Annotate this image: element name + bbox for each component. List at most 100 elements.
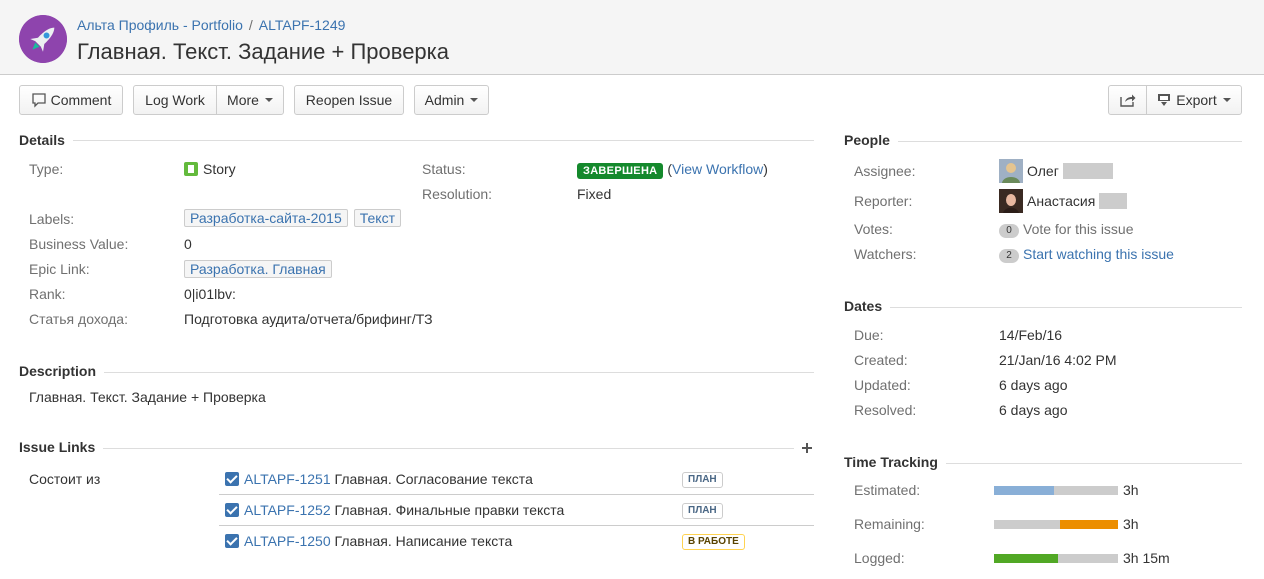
assignee-name: Олег [1027,163,1059,179]
estimated-bar-fill [994,486,1054,495]
resolution-label: Resolution: [422,186,493,202]
labels-label: Labels: [29,211,75,227]
issue-links-divider [19,448,794,449]
issue-header: Альта Профиль - Portfolio / ALTAPF-1249 Гл… [0,0,1264,75]
watch-link[interactable]: Start watching this issue [1023,246,1174,262]
label-tag[interactable]: Разработка-сайта-2015 [184,209,348,227]
type-value: Story [184,161,236,177]
remaining-value: 3h [1123,516,1139,532]
type-text: Story [203,161,236,177]
epic-link-label: Epic Link: [29,261,90,277]
watchers-count: 2 [999,249,1019,263]
assignee-value[interactable]: Олег [1027,163,1113,179]
export-label: Export [1176,92,1217,108]
people-divider [844,141,1242,142]
linked-issue-summary[interactable]: Главная. Написание текста [335,533,513,549]
dates-heading[interactable]: Dates [844,298,891,314]
due-value: 14/Feb/16 [999,327,1063,343]
share-icon [1119,94,1135,107]
link-relation-label: Состоит из [29,471,101,487]
breadcrumb-issue-key-link[interactable]: ALTAPF-1249 [259,17,346,33]
created-label: Created: [854,352,908,368]
breadcrumb: Альта Профиль - Portfolio / ALTAPF-1249 [77,17,345,33]
estimated-label: Estimated: [854,482,921,498]
linked-issue-row: ALTAPF-1250 Главная. Написание текста В … [219,526,814,557]
time-tracking-heading[interactable]: Time Tracking [844,454,946,470]
epic-link-value: Разработка. Главная [184,260,338,278]
export-button[interactable]: Export [1146,86,1241,114]
chevron-down-icon [470,98,479,102]
linked-issue-row: ALTAPF-1252 Главная. Финальные правки те… [219,495,814,526]
breadcrumb-separator: / [248,17,253,33]
reporter-avatar[interactable] [999,189,1023,213]
assignee-label: Assignee: [854,163,916,179]
page-title: Главная. Текст. Задание + Проверка [77,39,450,64]
watchers-label: Watchers: [854,246,917,262]
resolved-check-icon [225,472,239,486]
linked-issue-summary[interactable]: Главная. Согласование текста [335,471,533,487]
chevron-down-icon [1222,98,1231,102]
workflow-button-group: Log Work More [133,85,284,115]
resolved-label: Resolved: [854,402,917,418]
chevron-down-icon [264,98,273,102]
comment-button[interactable]: Comment [19,85,123,115]
reopen-label: Reopen Issue [305,92,393,108]
description-text[interactable]: Главная. Текст. Задание + Проверка [29,389,266,405]
breadcrumb-project-link[interactable]: Альта Профиль - Portfolio [77,17,243,33]
reopen-issue-button[interactable]: Reopen Issue [294,85,404,115]
reporter-value[interactable]: Анастасия [1027,193,1128,209]
linked-issue-row: ALTAPF-1251 Главная. Согласование текста… [219,464,814,495]
comment-label: Comment [50,92,112,108]
dates-divider [844,307,1242,308]
label-tag[interactable]: Текст [353,209,401,227]
epic-link-tag[interactable]: Разработка. Главная [184,260,332,278]
reporter-name: Анастасия [1027,193,1096,209]
remaining-bar [994,520,1118,529]
details-heading[interactable]: Details [19,132,73,148]
votes-label: Votes: [854,221,893,237]
add-link-icon[interactable] [801,442,813,454]
project-avatar-icon[interactable] [19,15,67,63]
votes-value: 0 Vote for this issue [999,221,1134,238]
description-heading[interactable]: Description [19,363,105,379]
type-label: Type: [29,161,64,177]
redacted-surname [1062,163,1113,179]
issue-links-heading[interactable]: Issue Links [19,439,104,455]
status-badge: В РАБОТЕ [682,534,745,550]
export-icon [1158,94,1171,106]
linked-issue-summary[interactable]: Главная. Финальные правки текста [335,502,565,518]
log-work-button[interactable]: Log Work [134,86,216,114]
labels-list: Разработка-сайта-2015 Текст [184,209,407,227]
watchers-value: 2 Start watching this issue [999,246,1174,263]
reporter-label: Reporter: [854,193,913,209]
redacted-surname [1099,193,1128,209]
income-label: Статья дохода: [29,311,128,327]
linked-issue-key[interactable]: ALTAPF-1250 [244,533,331,549]
admin-button[interactable]: Admin [414,85,489,115]
business-value: 0 [184,236,192,252]
assignee-avatar[interactable] [999,159,1023,183]
people-heading[interactable]: People [844,132,898,148]
resolution-value: Fixed [577,186,612,202]
status-value: ЗАВЕРШЕНА (View Workflow) [577,161,768,179]
status-badge: ЗАВЕРШЕНА [577,163,664,179]
business-value-label: Business Value: [29,236,129,252]
status-badge: ПЛАН [682,503,723,519]
linked-issue-key[interactable]: ALTAPF-1252 [244,502,331,518]
remaining-bar-fill [1059,520,1118,529]
share-button[interactable] [1109,86,1146,114]
view-workflow-link[interactable]: View Workflow [672,161,763,177]
linked-issue-key[interactable]: ALTAPF-1251 [244,471,331,487]
more-button[interactable]: More [216,86,283,114]
more-label: More [227,92,259,108]
description-divider [19,372,814,373]
income-value: Подготовка аудита/отчета/брифинг/ТЗ [184,311,433,327]
logged-bar [994,554,1118,563]
share-export-group: Export [1108,85,1242,115]
logged-label: Logged: [854,550,905,566]
vote-link[interactable]: Vote for this issue [1023,221,1134,237]
logged-value: 3h 15m [1123,550,1170,566]
log-work-label: Log Work [145,92,205,108]
rank-label: Rank: [29,286,66,302]
remaining-label: Remaining: [854,516,925,532]
